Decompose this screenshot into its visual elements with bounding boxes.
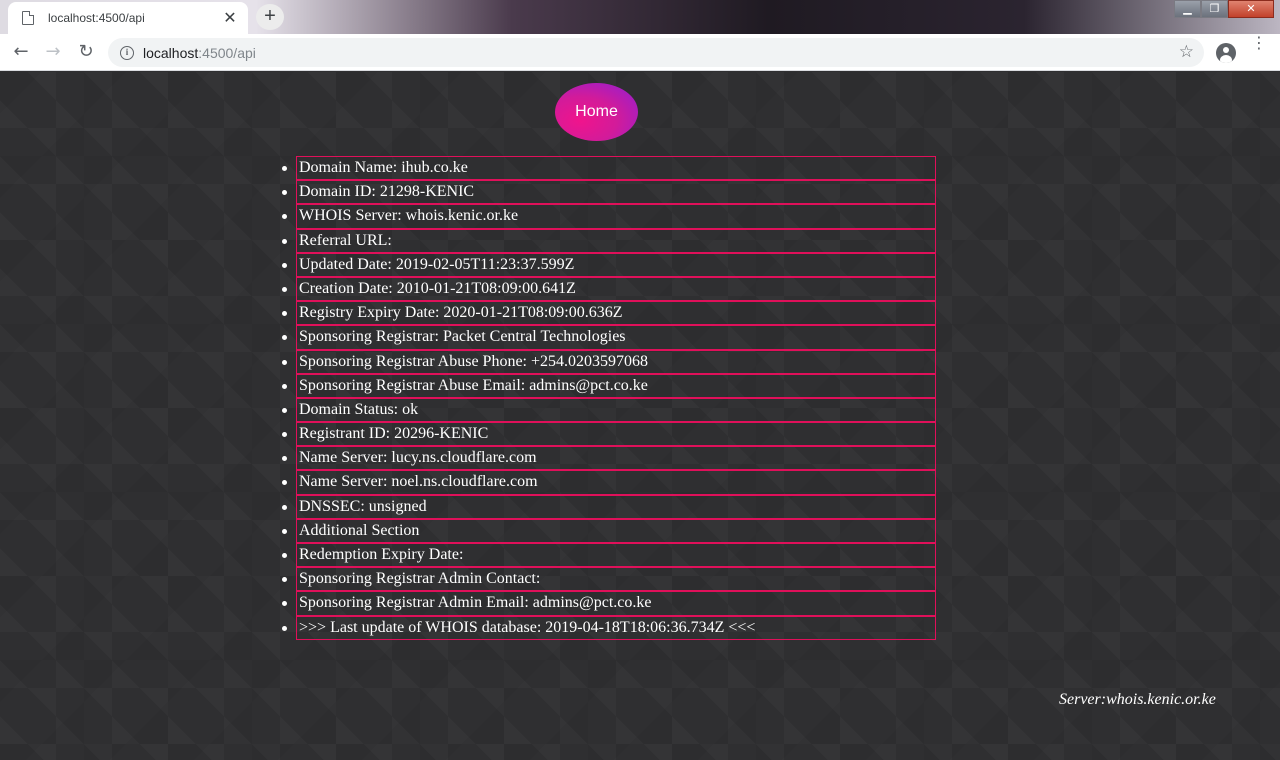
bullet-icon — [282, 214, 287, 220]
url-path: :4500/api — [198, 44, 256, 61]
address-bar[interactable]: i localhost:4500/api ☆ — [108, 38, 1204, 67]
page-content: Home Domain Name: ihub.co.ke Domain ID: … — [0, 72, 1280, 760]
item-text: WHOIS Server: whois.kenic.or.ke — [299, 207, 519, 225]
whois-item-admin-contact: Sponsoring Registrar Admin Contact: — [282, 567, 936, 592]
item-text: Name Server: noel.ns.cloudflare.com — [299, 473, 538, 491]
bookmark-star-icon[interactable]: ☆ — [1179, 42, 1194, 62]
bullet-icon — [282, 528, 287, 534]
server-note: Server:whois.kenic.or.ke — [1059, 691, 1216, 708]
browser-menu-icon[interactable]: ⋮ — [1251, 35, 1267, 51]
whois-item-updated-date: Updated Date: 2019-02-05T11:23:37.599Z — [282, 252, 936, 277]
bullet-icon — [282, 262, 287, 268]
bullet-icon — [282, 480, 287, 486]
whois-item-domain-id: Domain ID: 21298-KENIC — [282, 180, 936, 205]
whois-item-redemption-expiry: Redemption Expiry Date: — [282, 543, 936, 568]
bullet-icon — [282, 311, 287, 317]
item-text: Additional Section — [299, 521, 420, 539]
item-text: Name Server: lucy.ns.cloudflare.com — [299, 449, 537, 467]
item-text: Sponsoring Registrar Abuse Email: admins… — [299, 376, 648, 394]
close-window-button[interactable]: ✕ — [1228, 0, 1274, 18]
item-text: Sponsoring Registrar: Packet Central Tec… — [299, 328, 626, 346]
whois-item-abuse-phone: Sponsoring Registrar Abuse Phone: +254.0… — [282, 349, 936, 374]
bullet-icon — [282, 166, 287, 171]
bullet-icon — [282, 601, 287, 607]
whois-item-name-server-1: Name Server: lucy.ns.cloudflare.com — [282, 446, 936, 471]
bullet-icon — [282, 432, 287, 438]
item-text: Domain ID: 21298-KENIC — [299, 183, 475, 201]
tab-close-icon[interactable]: ✕ — [222, 10, 238, 26]
item-text: >>> Last update of WHOIS database: 2019-… — [299, 618, 756, 636]
item-text: Referral URL: — [299, 231, 392, 249]
forward-button[interactable]: → — [40, 39, 66, 65]
back-button[interactable]: ← — [8, 39, 34, 65]
bullet-icon — [282, 456, 287, 462]
profile-avatar-icon[interactable] — [1216, 43, 1236, 63]
whois-item-whois-server: WHOIS Server: whois.kenic.or.ke — [282, 204, 936, 229]
whois-item-sponsoring-registrar: Sponsoring Registrar: Packet Central Tec… — [282, 325, 936, 350]
bullet-icon — [282, 190, 287, 196]
item-text: Sponsoring Registrar Abuse Phone: +254.0… — [299, 352, 649, 370]
whois-item-dnssec: DNSSEC: unsigned — [282, 494, 936, 519]
new-tab-button[interactable]: + — [256, 4, 284, 30]
bullet-icon — [282, 286, 287, 292]
home-button[interactable]: Home — [555, 83, 638, 141]
tab-title: localhost:4500/api — [48, 11, 145, 25]
item-text: Sponsoring Registrar Admin Email: admins… — [299, 594, 652, 612]
item-text: Creation Date: 2010-01-21T08:09:00.641Z — [299, 279, 576, 297]
browser-toolbar: ← → ↻ i localhost:4500/api ☆ ⋮ — [0, 34, 1280, 71]
item-text: Registrant ID: 20296-KENIC — [299, 425, 489, 443]
item-text: Domain Status: ok — [299, 400, 419, 418]
bullet-icon — [282, 335, 287, 341]
whois-item-additional-section: Additional Section — [282, 518, 936, 543]
url-host: localhost — [143, 44, 199, 61]
whois-item-abuse-email: Sponsoring Registrar Abuse Email: admins… — [282, 373, 936, 398]
bullet-icon — [282, 383, 287, 389]
whois-result-list: Domain Name: ihub.co.ke Domain ID: 21298… — [280, 156, 936, 640]
whois-item-domain-name: Domain Name: ihub.co.ke — [282, 156, 936, 181]
bullet-icon — [282, 407, 287, 413]
window-controls: ▁ ❐ ✕ — [1174, 0, 1274, 18]
whois-item-registrant-id: Registrant ID: 20296-KENIC — [282, 422, 936, 447]
whois-item-domain-status: Domain Status: ok — [282, 397, 936, 423]
bullet-icon — [282, 577, 287, 583]
bullet-icon — [282, 238, 287, 244]
restore-button[interactable]: ❐ — [1201, 0, 1228, 18]
minimize-button[interactable]: ▁ — [1174, 0, 1201, 18]
bullet-icon — [282, 359, 287, 365]
bullet-icon — [282, 504, 287, 510]
item-text: Registry Expiry Date: 2020-01-21T08:09:0… — [299, 304, 623, 322]
site-info-icon[interactable]: i — [120, 45, 134, 60]
browser-tab[interactable]: localhost:4500/api ✕ — [8, 2, 248, 34]
whois-item-last-update: >>> Last update of WHOIS database: 2019-… — [282, 615, 936, 640]
page-icon — [22, 11, 34, 25]
item-text: Sponsoring Registrar Admin Contact: — [299, 570, 541, 588]
whois-item-name-server-2: Name Server: noel.ns.cloudflare.com — [282, 470, 936, 495]
item-text: Domain Name: ihub.co.ke — [299, 159, 468, 176]
bullet-icon — [282, 553, 287, 558]
item-text: Redemption Expiry Date: — [299, 546, 464, 563]
item-text: DNSSEC: unsigned — [299, 497, 427, 515]
browser-titlebar: localhost:4500/api ✕ + ▁ ❐ ✕ — [0, 0, 1280, 34]
bullet-icon — [282, 625, 287, 631]
whois-item-registry-expiry-date: Registry Expiry Date: 2020-01-21T08:09:0… — [282, 301, 936, 326]
item-text: Updated Date: 2019-02-05T11:23:37.599Z — [299, 255, 575, 273]
reload-button[interactable]: ↻ — [73, 39, 99, 65]
whois-item-referral-url: Referral URL: — [282, 228, 936, 253]
whois-item-creation-date: Creation Date: 2010-01-21T08:09:00.641Z — [282, 276, 936, 302]
whois-item-admin-email: Sponsoring Registrar Admin Email: admins… — [282, 591, 936, 616]
